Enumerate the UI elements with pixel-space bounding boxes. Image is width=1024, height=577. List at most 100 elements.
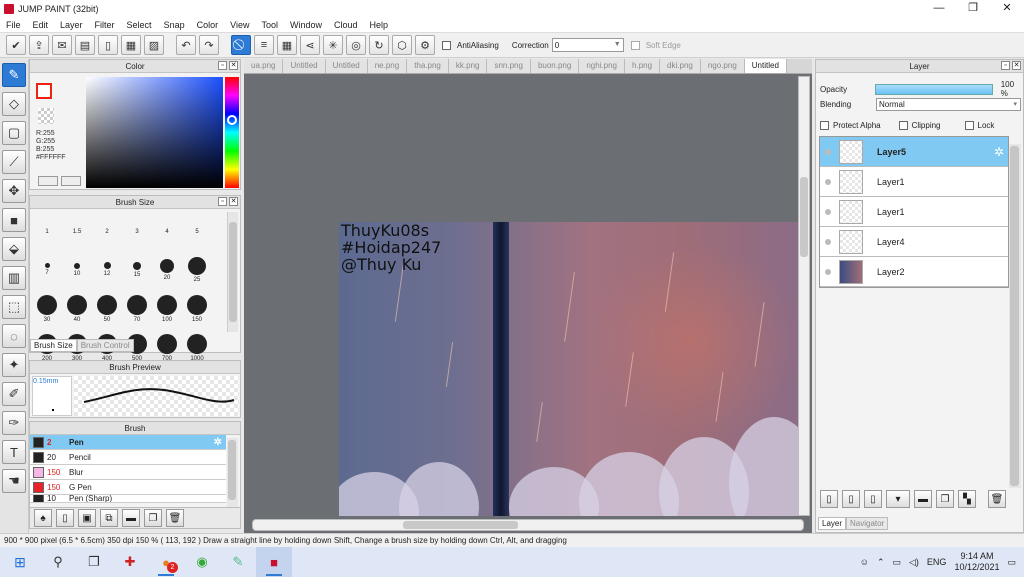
doc-tab[interactable]: h.png xyxy=(625,59,661,73)
opacity-slider[interactable] xyxy=(875,83,993,95)
canvas-vertical-scrollbar[interactable] xyxy=(798,76,810,516)
menu-help[interactable]: Help xyxy=(364,20,395,30)
restore-button[interactable]: ❐ xyxy=(956,0,990,17)
text-tool-icon[interactable]: T xyxy=(2,440,26,464)
brush-list-scrollbar[interactable] xyxy=(227,438,238,515)
doc-tab[interactable]: Untitled xyxy=(283,59,326,73)
brush-size-option[interactable]: 3 xyxy=(122,212,152,249)
brush-size-scrollbar[interactable] xyxy=(227,212,238,332)
blending-select[interactable]: Normal ▾ xyxy=(876,98,1021,111)
brush-item[interactable]: 20 Pencil xyxy=(30,450,226,465)
green-app-icon[interactable]: ◉ xyxy=(184,547,220,577)
paint-app-icon[interactable]: ✎ xyxy=(220,547,256,577)
brush-size-option[interactable]: 20 xyxy=(152,251,182,288)
minimize-button[interactable]: — xyxy=(922,0,956,17)
antialiasing-checkbox[interactable] xyxy=(442,40,451,50)
magic-wand-tool-icon[interactable]: ✦ xyxy=(2,353,26,377)
tab-brush-control[interactable]: Brush Control xyxy=(76,339,134,352)
snap-off-icon[interactable]: ⃠ xyxy=(231,35,251,55)
brush-size-option[interactable]: 7 xyxy=(32,251,62,288)
artwork-canvas[interactable]: ThuyKu08s #Hoidap247 @Thuy Ku xyxy=(339,222,799,516)
snap-vanishing-icon[interactable]: ⋖ xyxy=(300,35,320,55)
visibility-icon[interactable] xyxy=(825,238,831,245)
brush-size-option[interactable]: 40 xyxy=(62,290,92,327)
snap-radial-icon[interactable]: ✳ xyxy=(323,35,343,55)
menu-color[interactable]: Color xyxy=(191,20,225,30)
clock[interactable]: 9:14 AM 10/12/2021 xyxy=(954,551,999,573)
doc-tab[interactable]: ne.png xyxy=(367,59,408,73)
gradient-tool-icon[interactable]: ▥ xyxy=(2,266,26,290)
grid-layout-icon[interactable]: ▦ xyxy=(121,35,141,55)
gear-icon[interactable]: ✲ xyxy=(994,145,1004,159)
brush-size-option[interactable]: 5 xyxy=(182,212,212,249)
select-eraser-tool-icon[interactable]: ✑ xyxy=(2,411,26,435)
brush-size-option[interactable]: 4 xyxy=(152,212,182,249)
doc-tab[interactable]: Untitled xyxy=(325,59,368,73)
snap-circle-icon[interactable]: ◎ xyxy=(346,35,366,55)
menu-view[interactable]: View xyxy=(224,20,255,30)
menu-edit[interactable]: Edit xyxy=(27,20,55,30)
soft-edge-checkbox[interactable] xyxy=(630,40,640,50)
snap-curve-icon[interactable]: ↻ xyxy=(369,35,389,55)
doc-tab[interactable]: ngo.png xyxy=(700,59,745,73)
brush-size-option[interactable]: 15 xyxy=(122,251,152,288)
visibility-icon[interactable] xyxy=(825,268,831,275)
color-mode-button[interactable] xyxy=(38,176,58,186)
pen-tool-icon[interactable]: ✎ xyxy=(2,63,26,87)
doc-tab[interactable]: buon.png xyxy=(530,59,580,73)
layer-row[interactable]: Layer4 xyxy=(820,227,1008,257)
folder-icon[interactable]: ▬ xyxy=(914,490,932,508)
brush-copy-icon[interactable]: ⧉ xyxy=(100,509,118,527)
panel-close-icon[interactable]: ✕ xyxy=(229,197,238,206)
menu-file[interactable]: File xyxy=(0,20,27,30)
layer-row[interactable]: Layer1 xyxy=(820,167,1008,197)
visibility-icon[interactable] xyxy=(825,148,831,155)
hue-knob[interactable] xyxy=(227,115,237,125)
brush-item[interactable]: 2 Pen ✲ xyxy=(30,435,226,450)
person-icon[interactable]: ☺ xyxy=(860,557,869,567)
task-view-icon[interactable]: ❐ xyxy=(76,547,112,577)
bucket-tool-icon[interactable]: ⬙ xyxy=(2,237,26,261)
snap-grid-icon[interactable]: ▦ xyxy=(277,35,297,55)
document-icon[interactable]: ▯ xyxy=(98,35,118,55)
layer-list-scrollbar[interactable] xyxy=(1009,144,1021,488)
brush-size-option[interactable]: 50 xyxy=(92,290,122,327)
new-layer-8bit-icon[interactable]: ▯ xyxy=(842,490,860,508)
brush-size-option[interactable]: 150 xyxy=(182,290,212,327)
doc-tab[interactable]: snn.png xyxy=(487,59,531,73)
hue-slider[interactable] xyxy=(225,77,239,188)
menu-snap[interactable]: Snap xyxy=(158,20,191,30)
brush-stamp-icon[interactable]: ♠ xyxy=(34,509,52,527)
brush-item[interactable]: 150 Blur xyxy=(30,465,226,480)
rect-tool-icon[interactable]: ▢ xyxy=(2,121,26,145)
foreground-color-swatch[interactable] xyxy=(36,83,52,99)
protect-alpha-checkbox[interactable] xyxy=(820,121,829,130)
jump-paint-taskbar-icon[interactable]: ■ xyxy=(256,547,292,577)
panel-close-icon[interactable]: ✕ xyxy=(1012,61,1021,70)
network-icon[interactable]: ▭ xyxy=(892,557,901,568)
hand-tool-icon[interactable]: ☚ xyxy=(2,469,26,493)
brush-size-option[interactable]: 1 xyxy=(32,212,62,249)
select-pen-tool-icon[interactable]: ✐ xyxy=(2,382,26,406)
new-layer-icon[interactable]: ▯ xyxy=(820,490,838,508)
clipping-checkbox[interactable] xyxy=(898,121,908,130)
fill-rect-tool-icon[interactable]: ■ xyxy=(2,208,26,232)
select-rect-tool-icon[interactable]: ⬚ xyxy=(2,295,26,319)
menu-layer[interactable]: Layer xyxy=(54,20,89,30)
merge-down-icon[interactable]: ▚ xyxy=(958,490,976,508)
lasso-tool-icon[interactable]: ◌ xyxy=(2,324,26,348)
menu-window[interactable]: Window xyxy=(284,20,328,30)
eraser-tool-icon[interactable]: ◇ xyxy=(2,92,26,116)
saturation-value-picker[interactable] xyxy=(86,77,223,188)
notifications-icon[interactable]: ▭ xyxy=(1007,557,1016,568)
brush-item[interactable]: 10 Pen (Sharp) xyxy=(30,495,226,503)
new-brush-icon[interactable]: ▯ xyxy=(56,509,74,527)
panel-float-icon[interactable]: ▫ xyxy=(218,61,227,70)
redo-icon[interactable]: ↷ xyxy=(199,35,219,55)
layer-row[interactable]: Layer2 xyxy=(820,257,1008,287)
undo-icon[interactable]: ↶ xyxy=(176,35,196,55)
snap-parallel-icon[interactable]: ≡ xyxy=(254,35,274,55)
folder-icon[interactable]: ▬ xyxy=(122,509,140,527)
message-icon[interactable]: ▤ xyxy=(75,35,95,55)
new-layer-1bit-icon[interactable]: ▯ xyxy=(864,490,882,508)
